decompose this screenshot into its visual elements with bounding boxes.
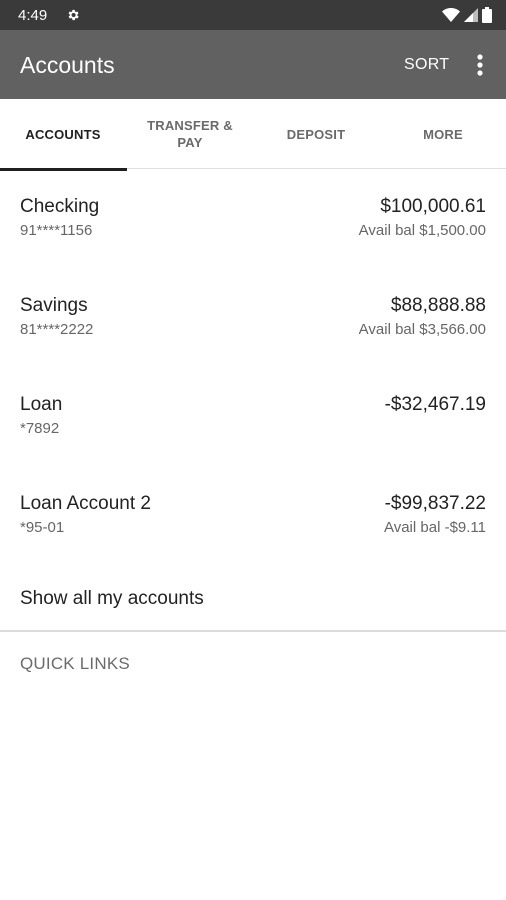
- signal-icon: [464, 8, 478, 22]
- account-balance: $100,000.61: [380, 196, 486, 217]
- show-all-accounts-link[interactable]: Show all my accounts: [20, 588, 204, 610]
- account-number: *7892: [20, 420, 60, 437]
- account-number: 81****2222: [20, 321, 94, 338]
- app-bar: Accounts SORT: [0, 30, 506, 99]
- tab-indicator: [0, 168, 127, 171]
- tab-accounts[interactable]: ACCOUNTS: [0, 99, 127, 171]
- account-name: Checking: [20, 196, 100, 217]
- tab-more[interactable]: MORE: [380, 99, 506, 169]
- tab-deposit[interactable]: DEPOSIT: [253, 99, 379, 169]
- tab-label: ACCOUNTS: [25, 126, 101, 142]
- account-balance: $88,888.88: [390, 295, 486, 316]
- more-vert-icon[interactable]: [470, 50, 490, 80]
- page-title: Accounts: [20, 52, 115, 78]
- account-balance: -$32,467.19: [384, 394, 486, 415]
- tab-bar: ACCOUNTS TRANSFER & PAY DEPOSIT MORE: [0, 99, 506, 171]
- sort-button[interactable]: SORT: [404, 56, 449, 74]
- account-name: Loan Account 2: [20, 493, 151, 514]
- status-icons: [442, 7, 492, 23]
- wifi-icon: [442, 8, 460, 22]
- battery-icon: [482, 7, 492, 23]
- tab-label: DEPOSIT: [286, 126, 346, 142]
- account-balance: -$99,837.22: [384, 493, 486, 514]
- divider: [0, 630, 506, 632]
- gear-icon: [68, 9, 79, 21]
- tab-label: TRANSFER & PAY: [147, 118, 233, 150]
- account-available-balance: Avail bal $3,566.00: [358, 321, 486, 338]
- tab-label: MORE: [423, 126, 463, 142]
- status-time: 4:49: [18, 7, 48, 24]
- account-row-savings[interactable]: Savings 81****2222 $88,888.88 Avail bal …: [0, 295, 506, 375]
- tab-transfer-pay[interactable]: TRANSFER & PAY: [127, 99, 253, 169]
- account-name: Savings: [20, 295, 88, 316]
- account-name: Loan: [20, 394, 63, 415]
- account-available-balance: Avail bal $1,500.00: [358, 222, 486, 239]
- account-available-balance: Avail bal -$9.11: [383, 519, 486, 536]
- account-number: *95-01: [20, 519, 65, 536]
- status-bar: 4:49: [0, 0, 506, 30]
- account-row-loan[interactable]: Loan *7892 -$32,467.19: [0, 394, 506, 474]
- account-row-checking[interactable]: Checking 91****1156 $100,000.61 Avail ba…: [0, 196, 506, 276]
- account-row-loan-account-2[interactable]: Loan Account 2 *95-01 -$99,837.22 Avail …: [0, 493, 506, 573]
- account-number: 91****1156: [20, 222, 93, 239]
- quick-links-heading: QUICK LINKS: [20, 654, 130, 673]
